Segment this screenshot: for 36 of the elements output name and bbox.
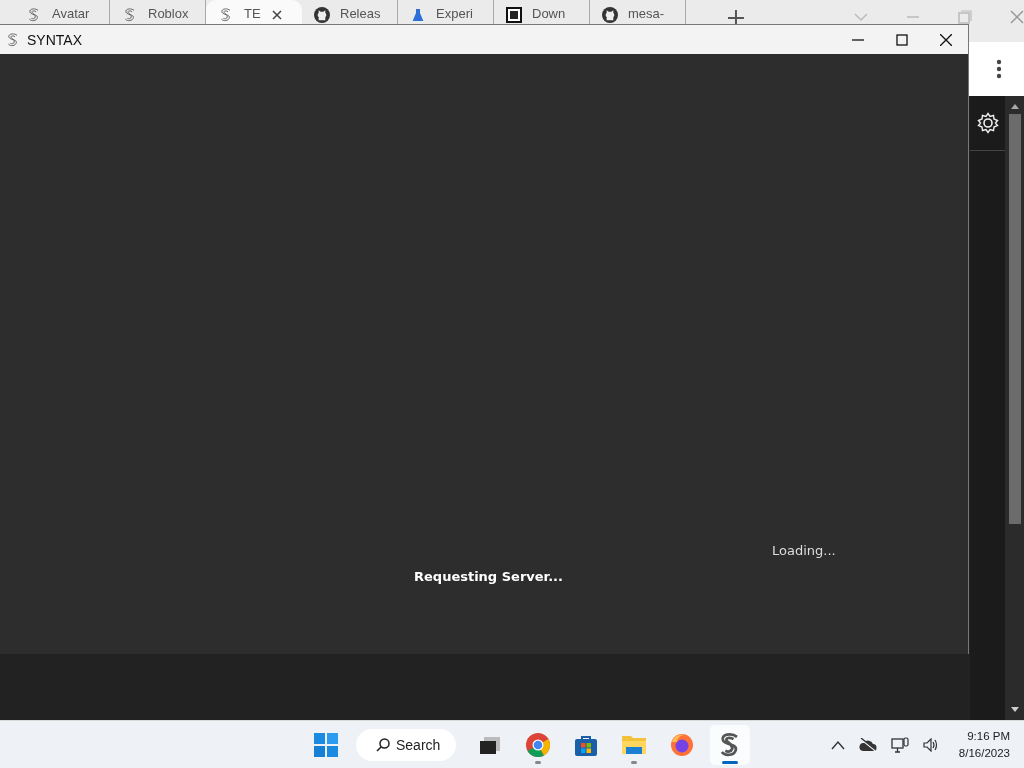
restore-icon bbox=[958, 10, 972, 24]
browser-tab[interactable]: Releas bbox=[302, 0, 398, 24]
browser-tab[interactable]: TE bbox=[206, 0, 302, 24]
speaker-icon bbox=[922, 737, 939, 752]
status-message: Requesting Server... bbox=[414, 569, 563, 584]
flask-icon bbox=[410, 7, 426, 23]
chevron-down-icon bbox=[854, 10, 868, 24]
loading-text: Loading... bbox=[772, 543, 836, 558]
search-field[interactable]: Search bbox=[356, 728, 457, 761]
cat-icon bbox=[314, 7, 330, 23]
browser-tab[interactable]: Down bbox=[494, 0, 590, 24]
scroll-up-icon bbox=[1009, 102, 1020, 110]
browser-tab[interactable]: Avatar bbox=[14, 0, 110, 24]
close-icon bbox=[940, 33, 952, 46]
settings-icon bbox=[976, 112, 999, 134]
start-icon bbox=[314, 732, 338, 757]
cloud-off-icon bbox=[858, 737, 877, 752]
chevron-up-icon bbox=[830, 739, 845, 750]
browser-tab[interactable]: mesa- bbox=[590, 0, 686, 24]
clock[interactable]: 9:16 PM 8/16/2023 bbox=[958, 727, 1010, 762]
browser-tab[interactable]: Experi bbox=[398, 0, 494, 24]
network-icon bbox=[890, 736, 909, 753]
scrollbar[interactable] bbox=[1005, 96, 1024, 720]
maximize-icon bbox=[896, 33, 908, 46]
close-icon bbox=[1010, 10, 1024, 24]
cat-icon bbox=[602, 7, 618, 23]
fox-globe-icon bbox=[670, 732, 695, 757]
scroll-down-icon bbox=[1009, 706, 1020, 714]
taskbar-app[interactable] bbox=[710, 724, 751, 765]
window-stack-icon bbox=[478, 734, 503, 755]
close-tab-icon bbox=[270, 9, 283, 21]
archive-icon bbox=[506, 7, 522, 23]
wheel-icon bbox=[526, 732, 551, 757]
window-title: SYNTAX bbox=[27, 31, 82, 48]
more-menu-icon bbox=[996, 59, 1002, 79]
search-icon bbox=[376, 737, 390, 752]
